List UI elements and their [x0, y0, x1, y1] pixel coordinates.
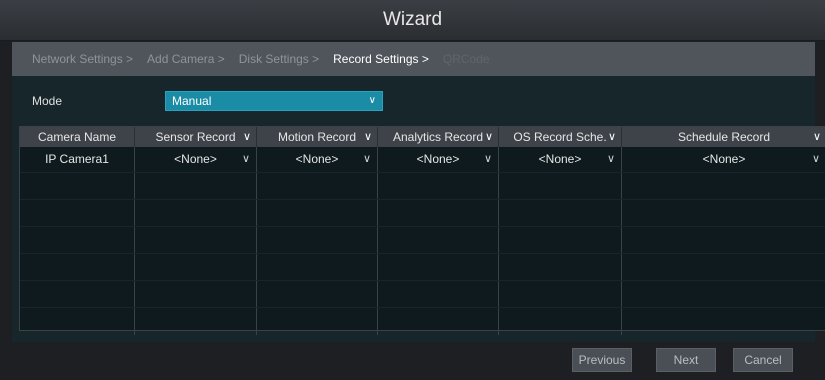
- wizard-steps: Network Settings > Add Camera > Disk Set…: [12, 42, 815, 76]
- table-header: Camera Name Sensor Record ∨ Motion Record…: [20, 127, 825, 147]
- column-header-sensor-record[interactable]: Sensor Record ∨: [135, 127, 257, 147]
- previous-button[interactable]: Previous: [572, 348, 632, 372]
- column-header-os-record-schedule[interactable]: OS Record Sche. ∨: [499, 127, 622, 147]
- chevron-down-icon: ∨: [811, 153, 820, 165]
- chevron-down-icon[interactable]: ∨: [813, 127, 821, 147]
- mode-select[interactable]: Manual ∨: [165, 91, 383, 111]
- column-header-analytics-record[interactable]: Analytics Record ∨: [378, 127, 499, 147]
- step-disk-settings[interactable]: Disk Settings >: [239, 52, 319, 66]
- analytics-record-select[interactable]: <None> ∨: [378, 147, 499, 172]
- column-header-camera-name: Camera Name: [20, 127, 135, 147]
- step-qrcode[interactable]: QRCode: [443, 52, 490, 66]
- mode-select-value: Manual: [172, 94, 212, 108]
- column-header-motion-record[interactable]: Motion Record ∨: [257, 127, 378, 147]
- step-add-camera[interactable]: Add Camera >: [147, 52, 225, 66]
- step-network-settings[interactable]: Network Settings >: [32, 52, 133, 66]
- chevron-down-icon[interactable]: ∨: [608, 127, 616, 147]
- camera-record-table: Camera Name Sensor Record ∨ Motion Record…: [19, 126, 825, 335]
- window-title: Wizard: [0, 0, 825, 41]
- chevron-down-icon[interactable]: ∨: [243, 127, 251, 147]
- camera-name-cell: IP Camera1: [20, 147, 135, 172]
- record-settings-panel: Mode Manual ∨ Camera Name Sensor Record ∨…: [12, 76, 825, 342]
- chevron-down-icon: ∨: [368, 95, 376, 106]
- footer-bar: Previous Next Cancel: [0, 342, 825, 380]
- table-row: [20, 200, 825, 227]
- cancel-button[interactable]: Cancel: [733, 348, 793, 372]
- sensor-record-select[interactable]: <None> ∨: [135, 147, 257, 172]
- table-row: [20, 173, 825, 200]
- column-header-schedule-record[interactable]: Schedule Record ∨: [622, 127, 825, 147]
- window-title-text: Wizard: [382, 9, 443, 30]
- table-row: [20, 254, 825, 281]
- os-record-schedule-select[interactable]: <None> ∨: [499, 147, 622, 172]
- chevron-down-icon: ∨: [483, 153, 492, 165]
- table-row: [20, 227, 825, 254]
- step-record-settings[interactable]: Record Settings >: [333, 52, 429, 66]
- chevron-down-icon: ∨: [362, 153, 371, 165]
- next-button[interactable]: Next: [656, 348, 716, 372]
- chevron-down-icon[interactable]: ∨: [485, 127, 493, 147]
- table-row: [20, 308, 825, 335]
- mode-label: Mode: [32, 94, 63, 108]
- motion-record-select[interactable]: <None> ∨: [257, 147, 378, 172]
- table-row: [20, 281, 825, 308]
- chevron-down-icon[interactable]: ∨: [364, 127, 372, 147]
- schedule-record-select[interactable]: <None> ∨: [622, 147, 825, 172]
- table-row[interactable]: IP Camera1 <None> ∨ <None> ∨ <None> ∨ <None…: [20, 147, 825, 173]
- chevron-down-icon: ∨: [606, 153, 615, 165]
- chevron-down-icon: ∨: [241, 153, 250, 165]
